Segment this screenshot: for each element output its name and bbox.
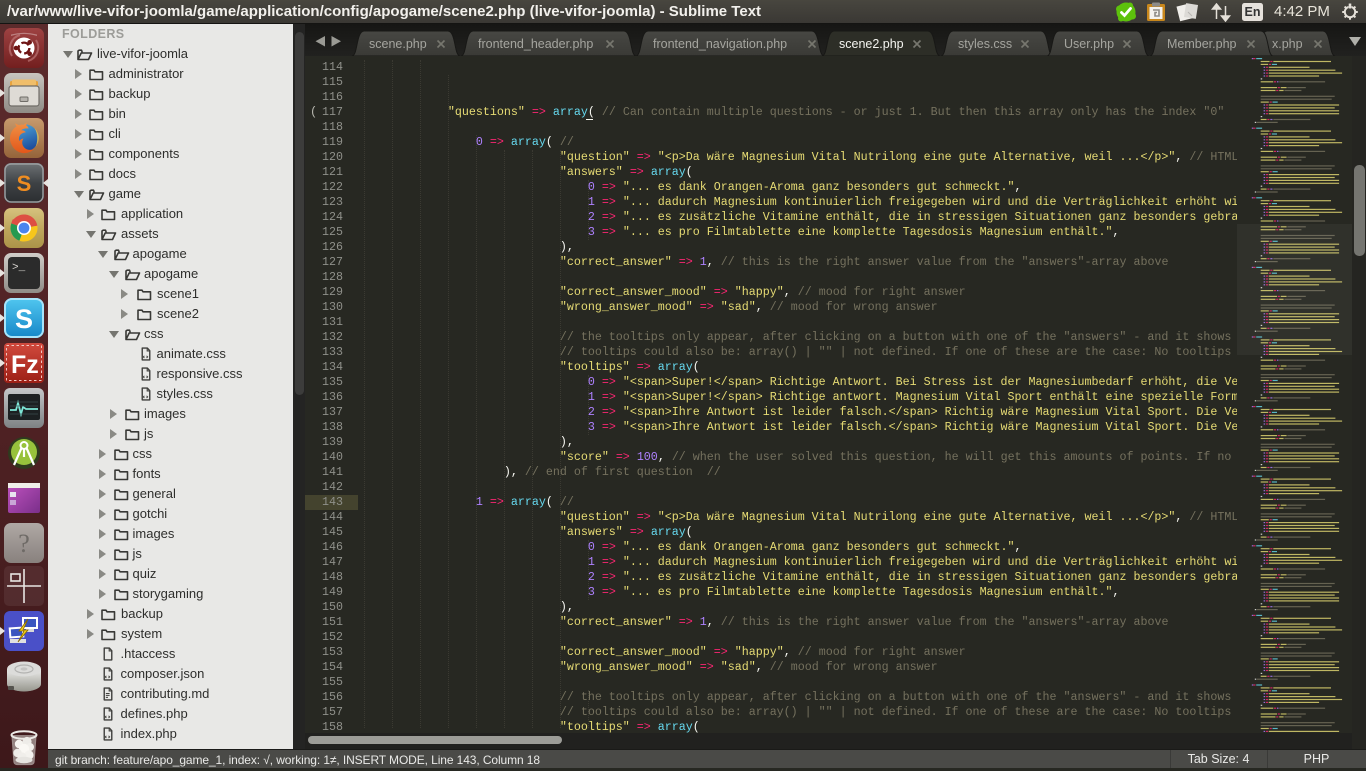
svg-text:>_: >_ <box>12 262 26 274</box>
svg-text:Fz: Fz <box>11 351 39 379</box>
svg-text:?: ? <box>18 529 30 558</box>
svg-text:Member.php: Member.php <box>1167 37 1237 51</box>
svg-text:frontend_header.php: frontend_header.php <box>478 37 593 51</box>
svg-text:scene2.php: scene2.php <box>839 37 904 51</box>
svg-text:S: S <box>15 304 33 334</box>
svg-text:styles.css: styles.css <box>958 37 1012 51</box>
svg-text:x.php: x.php <box>1272 37 1303 51</box>
svg-text:scene.php: scene.php <box>369 37 427 51</box>
svg-text:frontend_navigation.php: frontend_navigation.php <box>653 37 787 51</box>
svg-text:S: S <box>17 171 32 196</box>
svg-text:User.php: User.php <box>1064 37 1114 51</box>
